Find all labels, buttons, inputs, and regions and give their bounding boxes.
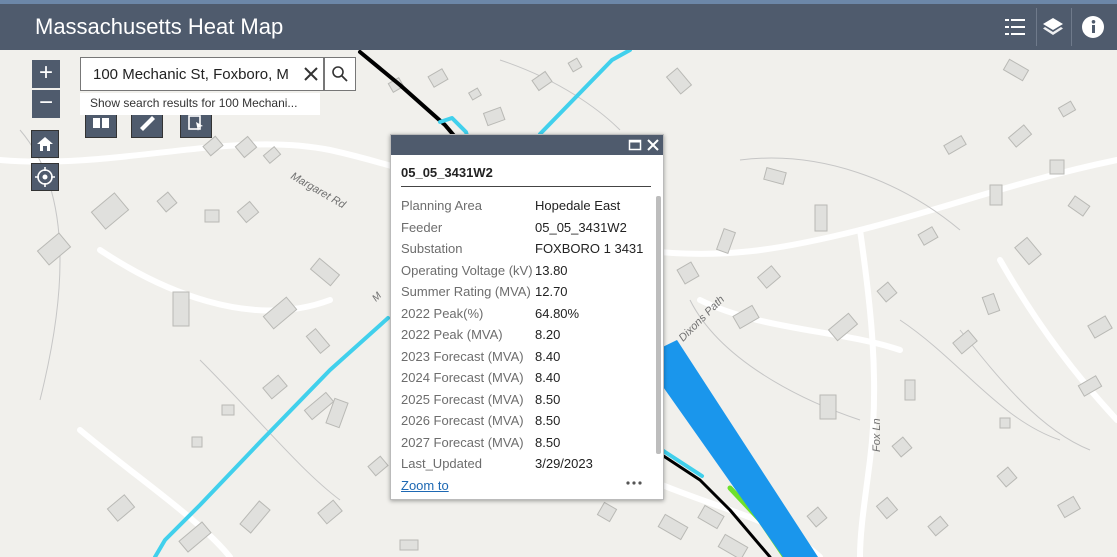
- zoom-in-button[interactable]: +: [32, 60, 60, 88]
- attribute-value: 8.50: [535, 413, 561, 428]
- attribute-key: 2025 Forecast (MVA): [401, 391, 524, 407]
- ruler-icon: [140, 116, 155, 131]
- more-icon: [626, 481, 642, 485]
- attribute-value: 3/29/2023: [535, 456, 593, 471]
- attribute-key: 2024 Forecast (MVA): [401, 370, 524, 385]
- attribute-value: 8.50: [535, 391, 561, 407]
- attribute-row: Feeder 05_05_3431W2: [401, 218, 653, 240]
- home-icon: [37, 137, 53, 151]
- search-suggestion[interactable]: Show search results for 100 Mechani...: [80, 93, 320, 115]
- attribute-row: Operating Voltage (kV) 13.80: [401, 261, 653, 283]
- attribute-key: Substation: [401, 241, 463, 256]
- close-icon[interactable]: [645, 137, 661, 153]
- attribute-key: 2022 Peak(%): [401, 305, 484, 321]
- divider: [401, 186, 651, 187]
- attribute-value: 8.40: [535, 370, 561, 385]
- select-icon: [188, 115, 203, 131]
- app-header: Massachusetts Heat Map: [0, 0, 1117, 50]
- attribute-value: 8.50: [535, 434, 561, 450]
- attribute-key: Feeder: [401, 219, 443, 235]
- attribute-row: Summer Rating (MVA) 12.70: [401, 282, 653, 304]
- header-top-strip: [0, 0, 1117, 4]
- search-icon: [332, 66, 348, 82]
- street-label-fox: Fox Ln: [871, 418, 883, 452]
- attribute-value: 64.80%: [535, 305, 580, 321]
- attribute-value: 12.70: [535, 284, 568, 299]
- attribute-value: 8.20: [535, 327, 561, 342]
- app-title: Massachusetts Heat Map: [35, 14, 284, 39]
- more-actions-button[interactable]: [624, 476, 644, 490]
- home-button[interactable]: [31, 130, 59, 158]
- attribute-key: 2026 Forecast (MVA): [401, 413, 524, 428]
- attribute-value: Hopedale East: [535, 198, 621, 213]
- info-icon: [1082, 16, 1104, 38]
- legend-list-icon: [1005, 19, 1025, 35]
- attribute-key: 2022 Peak (MVA): [401, 327, 503, 342]
- search-input[interactable]: [81, 58, 291, 90]
- attribute-key: 2023 Forecast (MVA): [401, 348, 524, 364]
- popup-title: 05_05_3431W2: [401, 165, 493, 180]
- attribute-row: 2023 Forecast (MVA) 8.40: [401, 347, 653, 369]
- locate-button[interactable]: [31, 163, 59, 191]
- layers-button[interactable]: [1036, 10, 1070, 44]
- attribute-key: Summer Rating (MVA): [401, 284, 531, 299]
- attribute-row: Last_Updated 3/29/2023: [401, 454, 653, 476]
- layers-icon: [1043, 18, 1063, 35]
- attribute-value: 13.80: [535, 262, 568, 278]
- attribute-value: 8.40: [535, 348, 561, 364]
- grid-icon: [93, 118, 109, 128]
- attribute-key: Last_Updated: [401, 456, 482, 471]
- attribute-row: 2025 Forecast (MVA) 8.50: [401, 390, 653, 412]
- close-icon: [304, 67, 318, 81]
- attribute-key: Operating Voltage (kV): [401, 262, 533, 278]
- attribute-key: 2027 Forecast (MVA): [401, 434, 524, 450]
- clear-search-button[interactable]: [301, 63, 321, 85]
- legend-button[interactable]: [998, 10, 1032, 44]
- attribute-key: Planning Area: [401, 198, 482, 213]
- header-divider: [1071, 8, 1072, 46]
- attribute-value: 05_05_3431W2: [535, 219, 627, 235]
- attribute-row: 2022 Peak (MVA) 8.20: [401, 325, 653, 347]
- attribute-row: 2024 Forecast (MVA) 8.40: [401, 368, 653, 390]
- attribute-row: Planning Area Hopedale East: [401, 196, 653, 218]
- info-button[interactable]: [1076, 10, 1110, 44]
- attribute-value: FOXBORO 1 3431: [535, 241, 644, 256]
- attribute-row: Substation FOXBORO 1 3431: [401, 239, 653, 261]
- maximize-icon[interactable]: [628, 138, 642, 152]
- attribute-row: 2022 Peak(%) 64.80%: [401, 304, 653, 326]
- popup-scrollbar[interactable]: [656, 196, 661, 454]
- attribute-row: 2026 Forecast (MVA) 8.50: [401, 411, 653, 433]
- popup-header: [391, 135, 663, 155]
- zoom-to-link[interactable]: Zoom to: [401, 478, 449, 493]
- zoom-out-button[interactable]: −: [32, 90, 60, 118]
- feature-popup: 05_05_3431W2 Planning Area Hopedale East F…: [390, 134, 664, 500]
- locate-crosshair-icon: [35, 167, 55, 187]
- search-button[interactable]: [324, 57, 356, 91]
- search-box: [80, 57, 324, 91]
- attribute-row: 2027 Forecast (MVA) 8.50: [401, 433, 653, 455]
